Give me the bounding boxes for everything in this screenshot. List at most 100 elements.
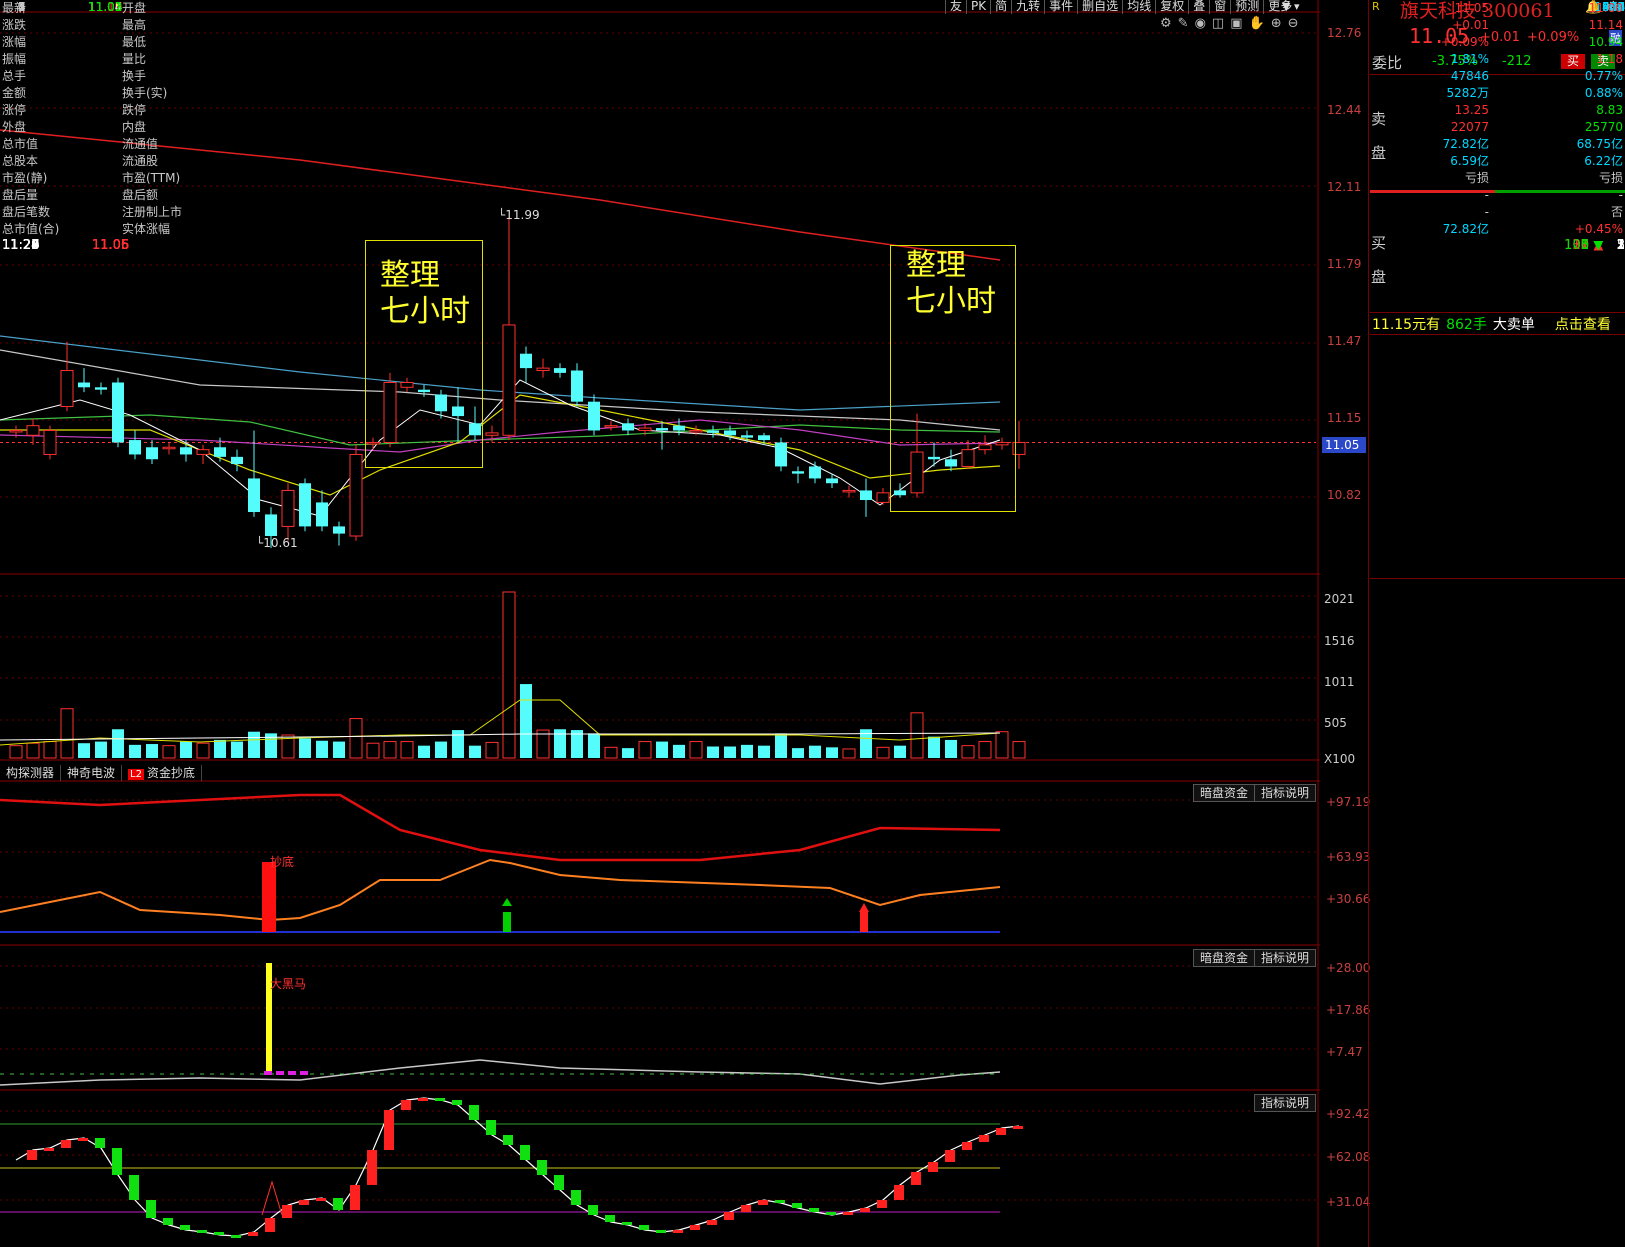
tab-magic-wave[interactable]: 神奇电波 [61,765,123,781]
oscillator-bar [656,1230,666,1233]
candle-body [860,490,872,501]
candle-body [842,489,856,493]
oscillator-bar [911,1172,921,1185]
big-order-link[interactable]: 点击查看 [1555,314,1611,334]
candle-body [214,447,226,457]
oscillator-bar [418,1098,428,1101]
candle-body [281,489,295,527]
oscillator-bar [945,1150,955,1162]
candle-body [146,447,158,460]
candle-body [95,387,107,390]
volume-tick-label: X100 [1324,752,1356,766]
buy-button[interactable]: 买 [1561,54,1585,69]
settings-icon[interactable]: ⚙ [1160,16,1172,31]
toolbar-item-8[interactable]: 叠 [1188,0,1209,14]
volume-bar [622,748,634,758]
price-tick-label: 11.47 [1327,334,1362,348]
toolbar-item-7[interactable]: 复权 [1155,0,1188,14]
volume-bar [1012,741,1026,759]
toolbar-dropdown-icon[interactable]: ▼ ▾ [1282,0,1312,14]
tab-structure-detector[interactable]: 构探测器 [0,765,62,781]
volume-bar [383,741,397,759]
red-signal-bar [860,912,868,932]
toolbar-item-0[interactable]: 友 [945,0,966,14]
candle-body [809,466,821,479]
stat-label: 盘后额 [122,188,159,202]
volume-bar [961,745,975,759]
toolbar-item-9[interactable]: 窗 [1209,0,1230,14]
panel3-help-button[interactable]: 指标说明 [1254,1094,1317,1112]
volume-bar [520,684,532,758]
price-tick-label: 11.79 [1327,257,1362,271]
oscillator-bar [622,1222,632,1225]
volume-bar [978,741,992,759]
big-order-row[interactable]: 11.15元有 862手 大卖单 点击查看 [1372,314,1611,334]
volume-bar [435,741,447,758]
kline-chart-area[interactable] [0,0,1320,1247]
toolbar-item-5[interactable]: 删自选 [1077,0,1122,14]
candle-body [876,492,890,503]
volume-bar [588,733,600,758]
volume-bar [945,739,957,758]
stat-label: 外盘 [2,120,27,134]
oscillator-bar [299,1200,309,1205]
volume-bar [112,729,124,758]
oscillator-bar [690,1225,700,1230]
stat-label: 市盈(TTM) [122,171,181,185]
toolbar-item-1[interactable]: PK [966,0,990,14]
toolbar-item-6[interactable]: 均线 [1122,0,1155,14]
volume-bar [418,745,430,758]
book-price: 11.01 [88,0,123,14]
volume-bar [741,744,753,758]
oscillator-bar [571,1190,581,1205]
volume-bar [826,747,838,758]
oscillator-bar [231,1235,241,1238]
stat-label: 跌停 [122,103,147,117]
zoom-out-icon[interactable]: ⊖ [1288,16,1299,31]
draw-icon[interactable]: ✎ [1178,16,1189,31]
volume-bar [214,739,226,758]
stat-label: 总市值(合) [2,222,60,236]
ma-30-line [0,349,1001,431]
volume-bar [995,731,1009,759]
oscillator-bar [469,1105,479,1120]
tick-price: 11.05 [92,238,130,253]
indicator1-red-line [0,793,1001,862]
indicator-tabs: 构探测器 神奇电波 L2 资金抄底 [0,765,202,781]
tick-volume: 5 [1580,238,1589,253]
volume-bar [452,730,464,758]
sell-side-label: 卖盘 [1371,110,1387,162]
stat-value: 68.75亿 [1576,137,1623,151]
price-tick-label: 12.76 [1327,26,1362,40]
candle-body [299,483,311,527]
sep-ticks [1370,578,1625,579]
stat-label: 盘后笔数 [2,205,51,219]
volume-bar [910,712,924,759]
candle-body [248,478,260,513]
volume-bar [928,736,940,758]
stat-label: 最高 [122,18,147,32]
panel1-help-button[interactable]: 指标说明 [1254,784,1317,802]
panel2-dark-fund-button[interactable]: 暗盘资金 [1193,949,1256,967]
hand-icon[interactable]: ✋ [1249,16,1265,31]
zoom-in-icon[interactable]: ⊕ [1271,16,1282,31]
cart-icon[interactable]: ◫ [1212,16,1224,31]
save-icon[interactable]: ▣ [1230,16,1242,31]
candle-body [622,423,634,431]
candle-body [502,324,516,436]
toolbar-item-2[interactable]: 简 [990,0,1011,14]
eye-icon[interactable]: ◉ [1195,16,1206,31]
toolbar-item-4[interactable]: 事件 [1044,0,1077,14]
toolbar-item-10[interactable]: 预测 [1230,0,1263,14]
candle-body [162,446,176,450]
stat-value: 1.18 [1596,52,1623,66]
panel2-help-button[interactable]: 指标说明 [1254,949,1317,967]
tab-fund-bottom-label: 资金抄底 [146,766,195,780]
toolbar-item-3[interactable]: 九转 [1011,0,1044,14]
bottom-signal-bar [262,862,276,932]
oscillator-bar [282,1205,292,1218]
oscillator-bar [146,1200,156,1218]
panel1-dark-fund-button[interactable]: 暗盘资金 [1193,784,1256,802]
tab-fund-bottom[interactable]: L2 资金抄底 [122,765,202,781]
candle-body [571,370,583,402]
